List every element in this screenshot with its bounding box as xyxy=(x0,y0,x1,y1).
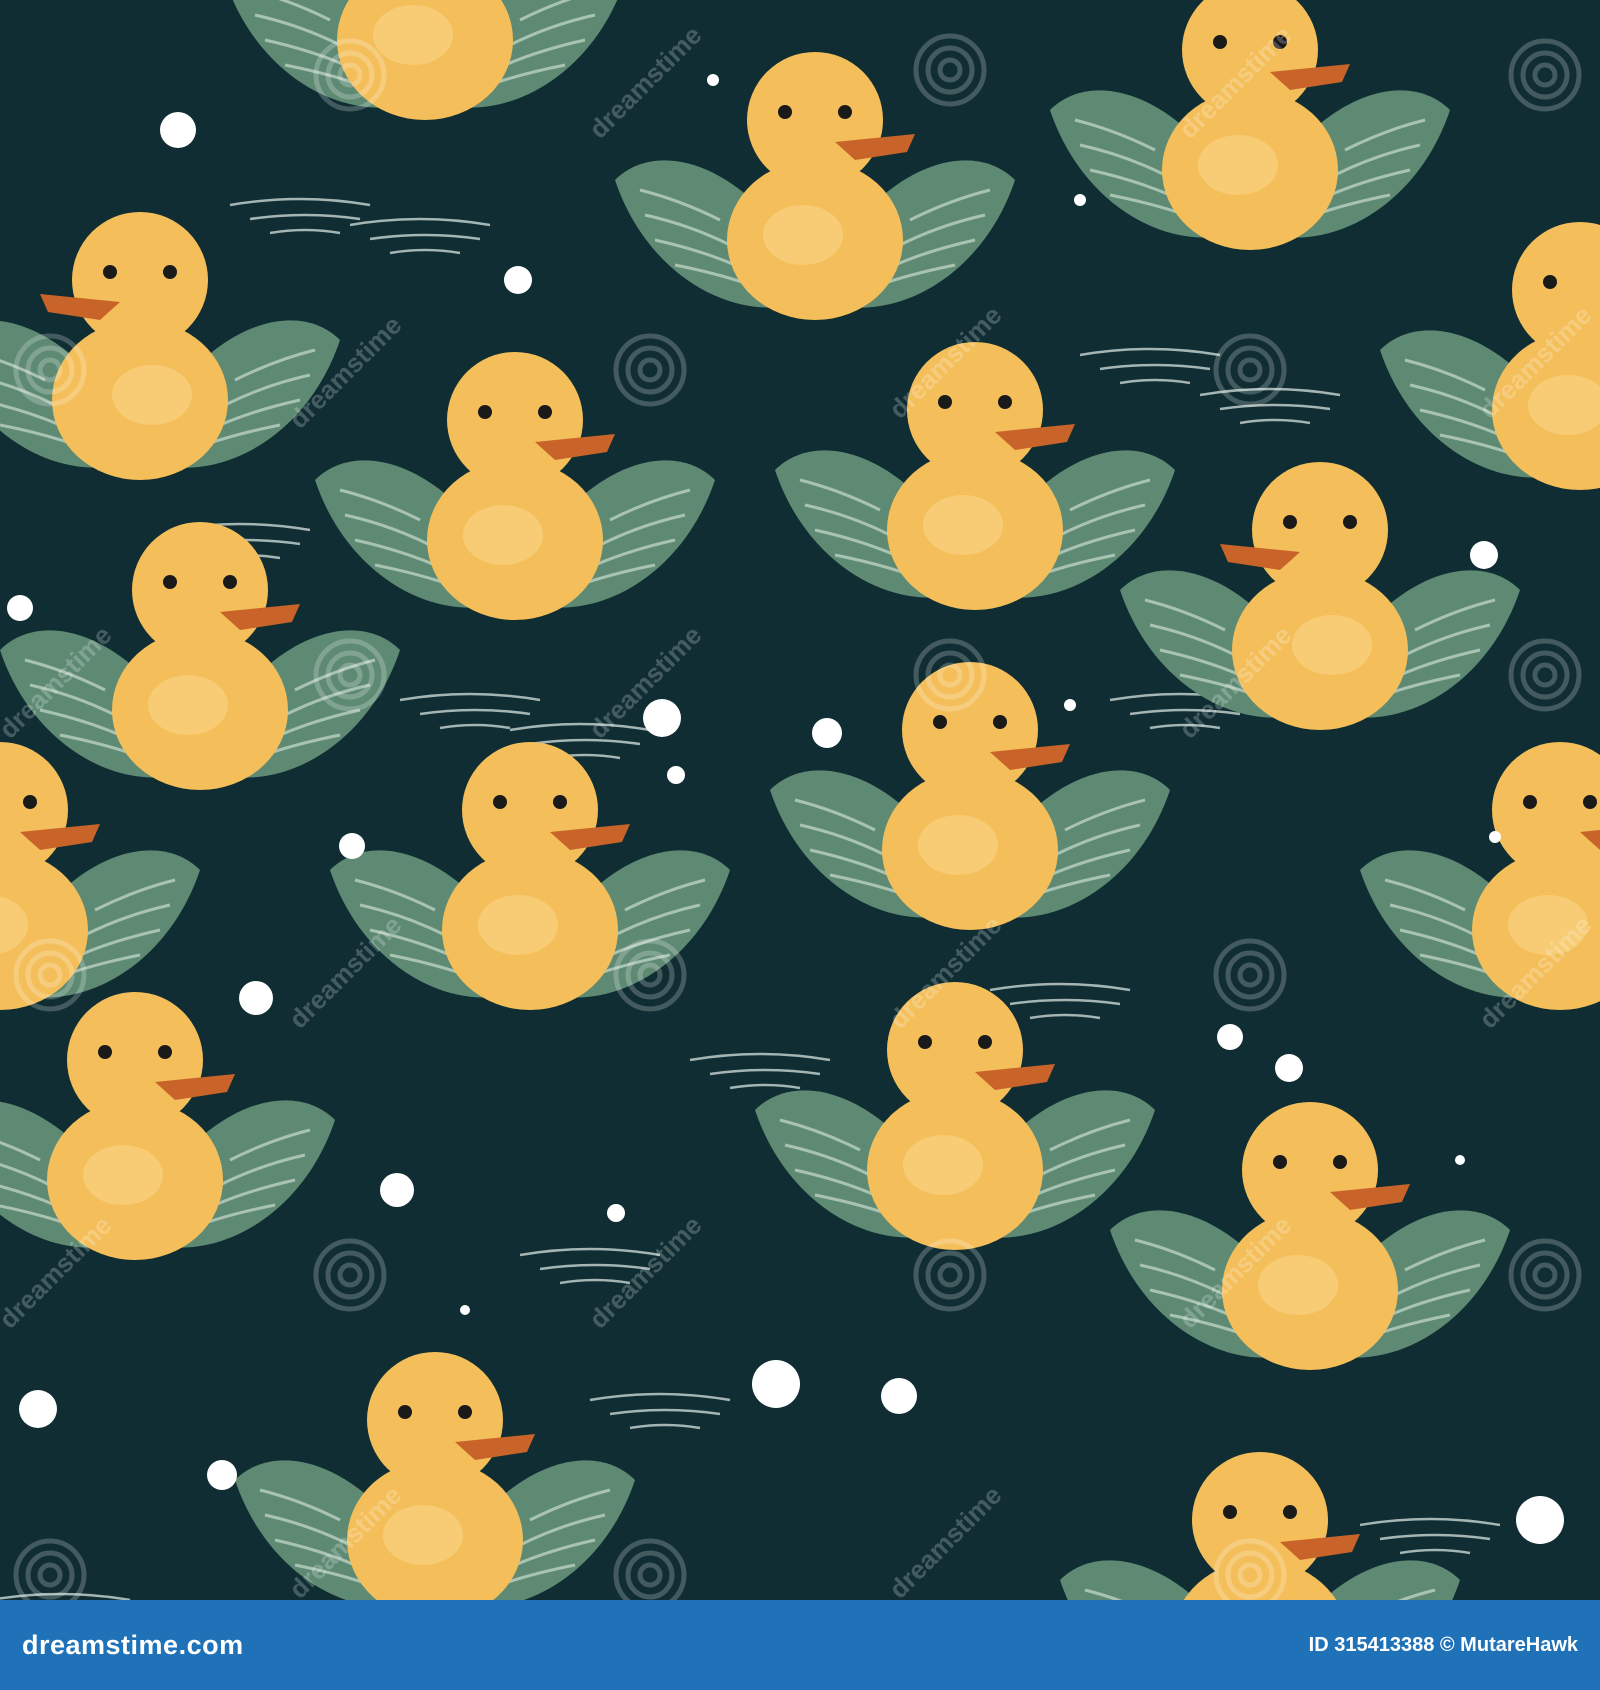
swirl-icon xyxy=(916,36,984,104)
bubble xyxy=(1516,1496,1564,1544)
bubble xyxy=(239,981,273,1015)
water-ripple xyxy=(1199,387,1341,425)
swirl-icon xyxy=(1511,641,1579,709)
bubble xyxy=(1275,1054,1303,1082)
bubble xyxy=(812,718,842,748)
bubble xyxy=(339,833,365,859)
rubber-duck xyxy=(1378,220,1600,492)
watermark-text: dreamstime xyxy=(583,20,707,144)
illustration-canvas: dreamstime dreamstime dreamstime dreamstime… xyxy=(0,0,1600,1600)
water-ripple xyxy=(1079,347,1221,385)
swirl-icon xyxy=(1216,336,1284,404)
water-ripple xyxy=(399,692,541,730)
rubber-duck xyxy=(0,990,337,1262)
duck-group xyxy=(0,0,1600,1600)
bubble xyxy=(607,1204,625,1222)
bubble xyxy=(1064,699,1076,711)
bubble xyxy=(504,266,532,294)
bubble xyxy=(643,699,681,737)
bubble xyxy=(707,74,719,86)
swirl-icon xyxy=(616,1541,684,1600)
swirl-icon xyxy=(1216,941,1284,1009)
bubble xyxy=(667,766,685,784)
bubble xyxy=(460,1305,470,1315)
watermark-text: dreamstime xyxy=(583,1210,707,1334)
swirl-icon xyxy=(916,1241,984,1309)
swirl-icon xyxy=(316,1241,384,1309)
duck-pattern-illustration: dreamstime dreamstime dreamstime dreamstime… xyxy=(0,0,1600,1600)
rubber-duck xyxy=(233,1350,637,1600)
swirl-icon xyxy=(616,336,684,404)
bubble xyxy=(752,1360,800,1408)
rubber-duck xyxy=(1108,1100,1512,1372)
rubber-duck xyxy=(753,980,1157,1252)
bubble xyxy=(19,1390,57,1428)
bubble xyxy=(160,112,196,148)
bubble xyxy=(7,595,33,621)
bubble xyxy=(881,1378,917,1414)
image-id-credit: ID 315413388 © MutareHawk xyxy=(1308,1633,1578,1656)
footer-logo[interactable]: dreamstime.com xyxy=(22,1630,244,1661)
swirl-icon xyxy=(1511,41,1579,109)
rubber-duck xyxy=(773,340,1177,612)
rubber-duck xyxy=(1358,740,1600,1012)
rubber-duck xyxy=(1118,460,1522,732)
watermark-text: dreamstime xyxy=(283,910,407,1034)
rubber-duck xyxy=(1048,0,1452,252)
bubble xyxy=(1470,541,1498,569)
bubble xyxy=(207,1460,237,1490)
water-ripple xyxy=(689,1052,831,1090)
rubber-duck xyxy=(223,0,627,122)
water-ripple xyxy=(349,217,491,255)
water-ripple xyxy=(1359,1517,1501,1555)
bubble xyxy=(380,1173,414,1207)
swirl-icon xyxy=(1511,1241,1579,1309)
watermark-text: dreamstime xyxy=(883,1480,1007,1600)
bubble xyxy=(1217,1024,1243,1050)
stock-footer-bar: dreamstime.com ID 315413388 © MutareHawk xyxy=(0,1600,1600,1690)
bubble xyxy=(1489,831,1501,843)
swirl-icon xyxy=(16,1541,84,1600)
bubble xyxy=(1455,1155,1465,1165)
bubble xyxy=(1074,194,1086,206)
water-ripple xyxy=(589,1392,731,1430)
water-ripple xyxy=(229,197,371,235)
